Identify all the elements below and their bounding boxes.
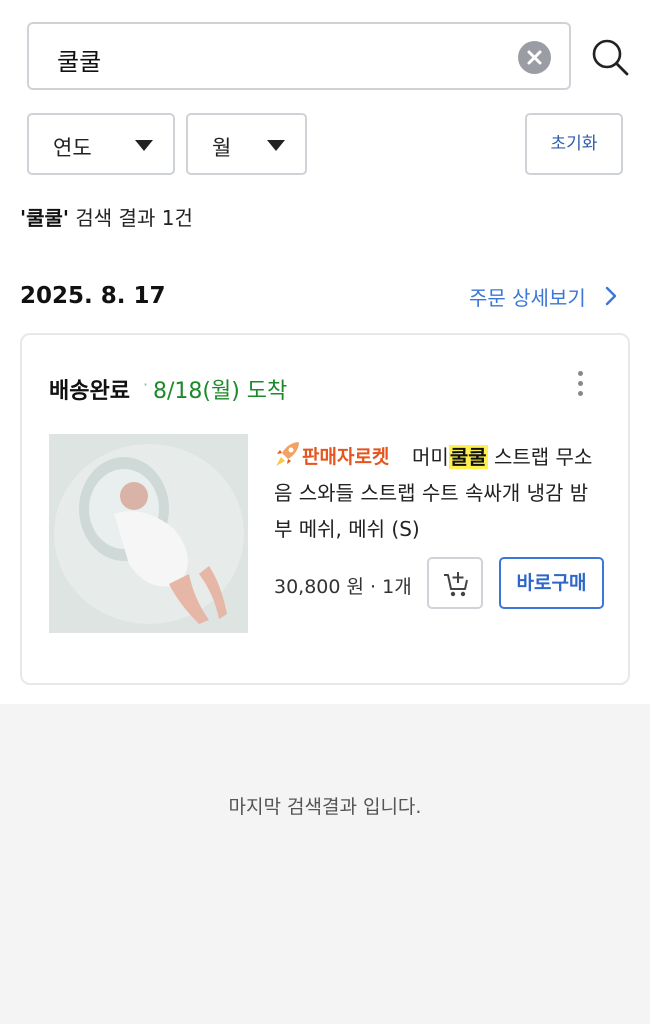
- result-query: '쿨쿨': [20, 206, 70, 230]
- more-vertical-icon[interactable]: [570, 371, 590, 401]
- title-prefix: 머미: [412, 445, 449, 469]
- chevron-right-icon: [605, 286, 617, 306]
- chevron-down-icon: [267, 140, 285, 151]
- price-quantity: 30,800 원 · 1개: [274, 576, 412, 598]
- result-count: '쿨쿨' 검색 결과 1건: [20, 202, 193, 231]
- status-separator: ·: [143, 375, 149, 394]
- year-label: 연도: [53, 136, 92, 160]
- year-dropdown[interactable]: 연도: [27, 113, 175, 175]
- product-title[interactable]: 머미쿨쿨 스트랩 무소음 스와들 스트랩 수트 속싸개 냉감 밤부 메쉬, 메쉬…: [274, 439, 606, 547]
- buy-now-button[interactable]: 바로구매: [499, 557, 604, 609]
- order-card: 배송완료 · 8/18(월) 도착 판매자로켓 머미쿨쿨 스트랩 무소음 스와들…: [20, 333, 630, 685]
- search-query: 쿨쿨: [57, 48, 102, 76]
- search-icon[interactable]: [590, 37, 630, 77]
- search-input[interactable]: 쿨쿨: [27, 22, 571, 90]
- month-dropdown[interactable]: 월: [186, 113, 307, 175]
- add-to-cart-button[interactable]: [427, 557, 483, 609]
- order-date: 2025. 8. 17: [20, 283, 166, 309]
- product-image[interactable]: [49, 434, 248, 633]
- order-detail-link[interactable]: 주문 상세보기: [469, 282, 617, 311]
- result-suffix: 검색 결과 1건: [69, 206, 193, 230]
- clear-icon[interactable]: [518, 41, 551, 74]
- add-to-cart-icon: [444, 572, 468, 597]
- arrival-date: 8/18(월) 도착: [153, 379, 288, 404]
- reset-button[interactable]: 초기화: [525, 113, 623, 175]
- chevron-down-icon: [135, 140, 153, 151]
- month-label: 월: [212, 136, 232, 160]
- order-detail-label: 주문 상세보기: [469, 286, 586, 310]
- end-of-results-message: 마지막 검색결과 입니다.: [228, 796, 422, 818]
- title-highlight: 쿨쿨: [448, 445, 488, 469]
- delivery-status: 배송완료: [49, 379, 130, 404]
- footer: 마지막 검색결과 입니다.: [0, 704, 650, 1024]
